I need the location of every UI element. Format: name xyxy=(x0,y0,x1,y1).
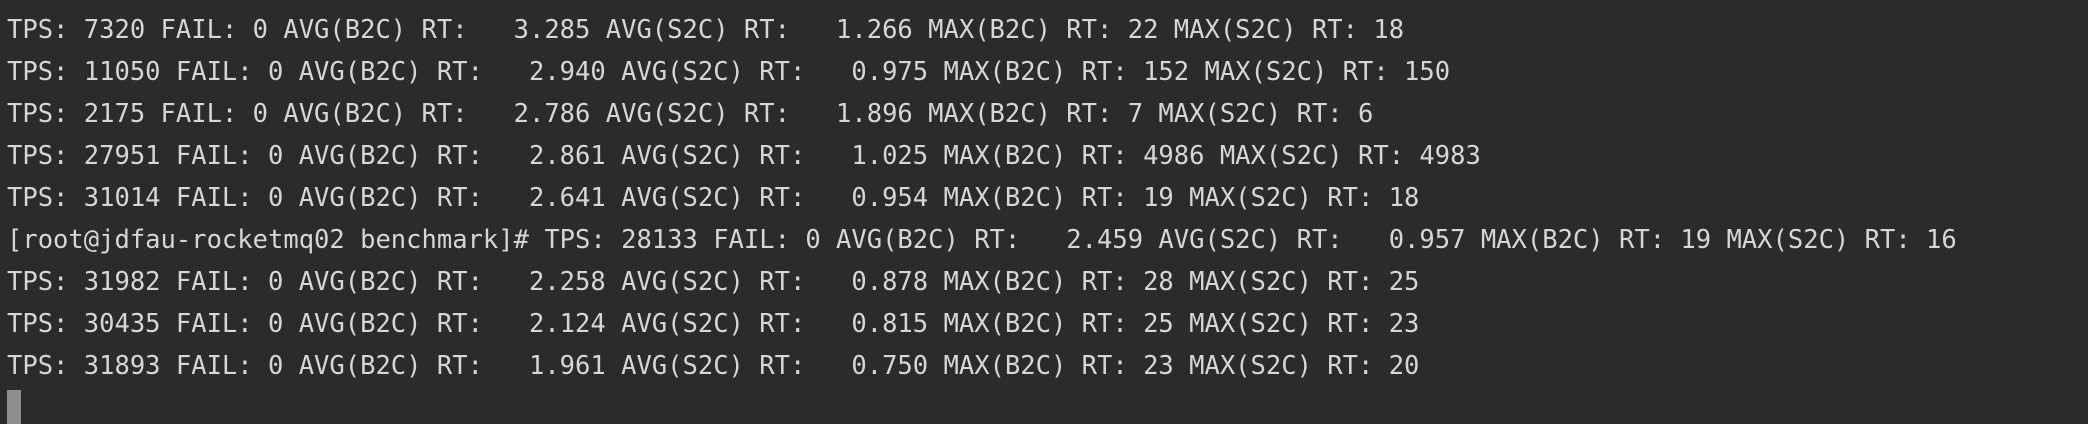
output-line: TPS: 27951 FAIL: 0 AVG(B2C) RT: 2.861 AV… xyxy=(7,141,1481,171)
terminal-output[interactable]: TPS: 7320 FAIL: 0 AVG(B2C) RT: 3.285 AVG… xyxy=(0,0,2088,424)
output-line: TPS: 31982 FAIL: 0 AVG(B2C) RT: 2.258 AV… xyxy=(7,267,1420,297)
output-line: TPS: 31014 FAIL: 0 AVG(B2C) RT: 2.641 AV… xyxy=(7,183,1420,213)
output-line: TPS: 7320 FAIL: 0 AVG(B2C) RT: 3.285 AVG… xyxy=(7,15,1405,45)
output-line: TPS: 11050 FAIL: 0 AVG(B2C) RT: 2.940 AV… xyxy=(7,57,1451,87)
output-line: TPS: 31893 FAIL: 0 AVG(B2C) RT: 1.961 AV… xyxy=(7,351,1420,381)
text-cursor xyxy=(7,390,21,424)
output-line: TPS: 2175 FAIL: 0 AVG(B2C) RT: 2.786 AVG… xyxy=(7,99,1374,129)
prompt-line: [root@jdfau-rocketmq02 benchmark]# TPS: … xyxy=(7,225,1957,255)
output-line: TPS: 30435 FAIL: 0 AVG(B2C) RT: 2.124 AV… xyxy=(7,309,1420,339)
